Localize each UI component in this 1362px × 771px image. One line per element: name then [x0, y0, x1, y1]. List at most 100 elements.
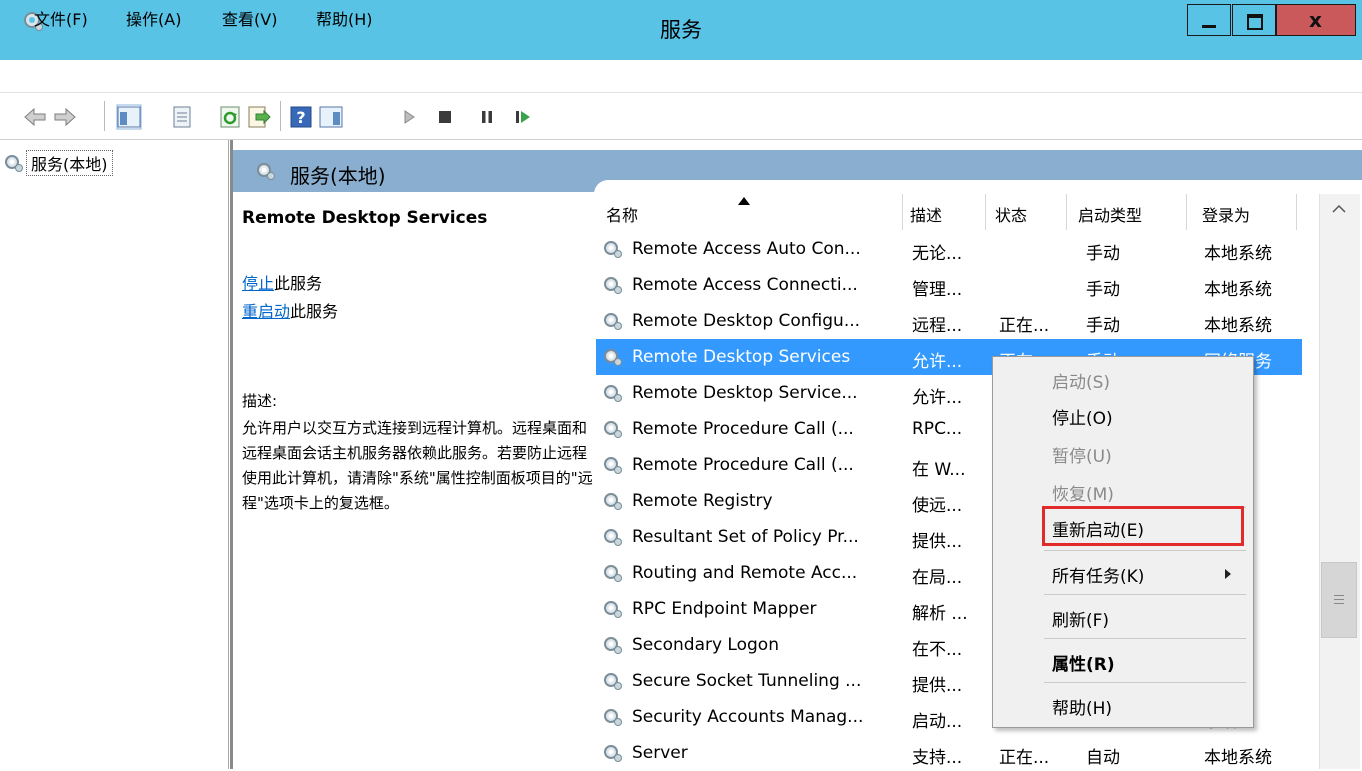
- service-name: Remote Procedure Call (...: [632, 419, 854, 439]
- service-name: Remote Access Connecti...: [632, 275, 858, 295]
- forward-icon[interactable]: [52, 104, 78, 130]
- menu-item-refresh[interactable]: 刷新(F): [1052, 606, 1109, 631]
- service-name: Secondary Logon: [632, 635, 779, 655]
- tree-node-label: 服务(本地): [31, 155, 108, 174]
- service-row[interactable]: Remote Access Auto Con... 无论... 手动 本地系统: [596, 231, 1302, 267]
- properties-icon[interactable]: [170, 104, 196, 130]
- menu-action[interactable]: 操作(A): [126, 6, 181, 30]
- menu-file[interactable]: 文件(F): [34, 6, 88, 30]
- service-name: Routing and Remote Acc...: [632, 563, 858, 583]
- stop-link-suffix: 此服务: [274, 274, 323, 293]
- service-description: 在不...: [912, 640, 963, 660]
- service-name: Server: [632, 743, 688, 763]
- menu-item-properties[interactable]: 属性(R): [1052, 650, 1115, 675]
- service-startup-type: 手动: [1086, 280, 1120, 300]
- maximize-button[interactable]: [1232, 4, 1276, 36]
- menu-view[interactable]: 查看(V): [222, 6, 277, 30]
- column-header-name[interactable]: 名称: [606, 202, 638, 226]
- stop-service-icon[interactable]: [432, 104, 458, 130]
- service-description: 解析 ...: [912, 604, 968, 624]
- gear-icon: [257, 163, 275, 180]
- service-log-on-as: 本地系统: [1204, 316, 1272, 336]
- description-text: 允许用户以交互方式连接到远程计算机。远程桌面和远程桌面会话主机服务器依赖此服务。…: [242, 419, 593, 512]
- service-gear-icon: [604, 457, 622, 474]
- pause-service-icon[interactable]: [474, 104, 500, 130]
- service-description: 远程...: [912, 316, 963, 336]
- help-icon[interactable]: ?: [288, 104, 314, 130]
- service-row[interactable]: Remote Access Connecti... 管理... 手动 本地系统: [596, 267, 1302, 303]
- toolbar: [0, 93, 1362, 140]
- scrollbar-thumb[interactable]: [1321, 562, 1357, 638]
- service-log-on-as: 本地系统: [1204, 244, 1272, 264]
- service-gear-icon: [604, 241, 622, 258]
- restart-link[interactable]: 重启动: [242, 302, 290, 321]
- service-description: 提供...: [912, 676, 963, 696]
- service-gear-icon: [604, 529, 622, 546]
- back-icon[interactable]: [22, 104, 48, 130]
- close-icon: x: [1309, 8, 1322, 32]
- close-button[interactable]: x: [1276, 4, 1356, 36]
- service-name: Remote Access Auto Con...: [632, 239, 861, 259]
- service-description: 启动...: [912, 712, 963, 732]
- service-description: 在局...: [912, 568, 963, 588]
- scroll-up-arrow-icon[interactable]: [1319, 196, 1359, 222]
- menu-help[interactable]: 帮助(H): [316, 6, 373, 30]
- restart-service-action: 重启动此服务: [242, 298, 338, 322]
- service-gear-icon: [604, 745, 622, 762]
- service-name: Remote Desktop Services: [632, 347, 851, 367]
- export-list-icon[interactable]: [246, 104, 272, 130]
- service-description: 提供...: [912, 532, 963, 552]
- tree-node-services-local[interactable]: 服务(本地): [5, 150, 113, 176]
- column-divider[interactable]: [1296, 194, 1297, 230]
- restart-highlight-box: [1042, 506, 1244, 546]
- column-header-description[interactable]: 描述: [910, 202, 942, 226]
- service-description: 使远...: [912, 496, 963, 516]
- service-description: 允许...: [912, 388, 963, 408]
- stop-service-action: 停止此服务: [242, 270, 322, 294]
- stop-link[interactable]: 停止: [242, 274, 274, 293]
- menu-bar: [0, 60, 1362, 93]
- menu-separator: [1044, 594, 1246, 595]
- show-hide-tree-icon[interactable]: [116, 104, 142, 130]
- vertical-scrollbar[interactable]: [1319, 194, 1360, 769]
- service-description: 无论...: [912, 244, 963, 264]
- service-name: Remote Desktop Configu...: [632, 311, 861, 331]
- svg-text:?: ?: [296, 108, 305, 127]
- gear-icon: [5, 155, 23, 172]
- toolbar-separator: [104, 101, 105, 131]
- column-divider[interactable]: [1066, 194, 1067, 230]
- service-row[interactable]: Server 支持... 正在... 自动 本地系统: [596, 735, 1302, 771]
- start-service-icon[interactable]: [396, 104, 422, 130]
- column-divider[interactable]: [985, 194, 986, 230]
- column-header-startup-type[interactable]: 启动类型: [1078, 202, 1142, 226]
- service-description: 在 W...: [912, 460, 966, 480]
- column-divider[interactable]: [902, 194, 903, 230]
- description-label: 描述:: [242, 392, 278, 410]
- service-startup-type: 自动: [1086, 748, 1120, 768]
- list-header: 名称 描述 状态 启动类型 登录为: [594, 194, 1319, 230]
- service-gear-icon: [604, 421, 622, 438]
- menu-item-all-tasks[interactable]: 所有任务(K): [1052, 562, 1144, 587]
- service-status: 正在...: [999, 316, 1050, 336]
- service-gear-icon: [604, 673, 622, 690]
- service-description: 支持...: [912, 748, 963, 768]
- menu-item-stop[interactable]: 停止(O): [1052, 404, 1113, 429]
- show-hide-action-pane-icon[interactable]: [318, 104, 344, 130]
- console-tree: [0, 140, 229, 769]
- service-name: RPC Endpoint Mapper: [632, 599, 817, 619]
- minimize-button[interactable]: [1187, 4, 1231, 36]
- column-header-log-on-as[interactable]: 登录为: [1202, 202, 1250, 226]
- column-header-status[interactable]: 状态: [995, 202, 1027, 226]
- selected-service-name: Remote Desktop Services: [242, 208, 488, 228]
- column-divider[interactable]: [1186, 194, 1187, 230]
- service-description: RPC...: [912, 419, 963, 439]
- restart-service-icon[interactable]: [510, 104, 536, 130]
- refresh-icon[interactable]: [218, 104, 244, 130]
- service-gear-icon: [604, 349, 622, 366]
- service-row[interactable]: Remote Desktop Configu... 远程... 正在... 手动 本地系…: [596, 303, 1302, 339]
- restart-link-suffix: 此服务: [290, 302, 339, 321]
- menu-item-resume: 恢复(M): [1052, 485, 1114, 505]
- menu-item-help[interactable]: 帮助(H): [1052, 694, 1112, 719]
- menu-item-start: 启动(S): [1052, 373, 1111, 393]
- service-status: 正在...: [999, 748, 1050, 768]
